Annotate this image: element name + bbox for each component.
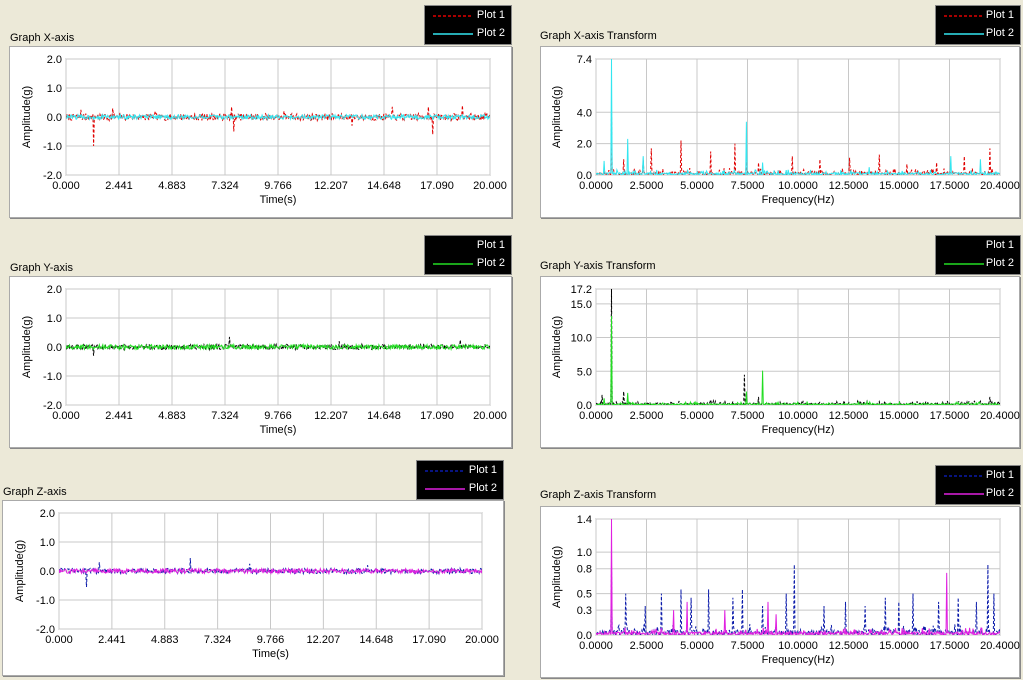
x-tick-label: 10.0000 xyxy=(778,640,818,652)
y-tick-label: 0.8 xyxy=(577,564,592,576)
x-tick-label: 5.0000 xyxy=(680,640,714,652)
x-tick-label: 15.0000 xyxy=(879,640,919,652)
x-tick-label: 7.5000 xyxy=(731,640,765,652)
y-tick-label: 0.3 xyxy=(577,605,592,617)
y-tick-label: 0.5 xyxy=(577,589,592,601)
x-tick-label: 17.5000 xyxy=(930,640,970,652)
y-tick-label: 0.0 xyxy=(577,630,592,642)
y-axis-label: Amplitude(g) xyxy=(551,546,563,608)
x-axis-label: Frequency(Hz) xyxy=(762,654,835,666)
x-tick-label: 2.5000 xyxy=(630,640,664,652)
x-tick-label: 20.4000 xyxy=(980,640,1020,652)
plot-svg[interactable]: 0.0000 2.5000 5.0000 7.5000 10.0000 12.5000 15… xyxy=(0,0,1023,680)
y-tick-label: 1.0 xyxy=(577,547,592,559)
y-tick-label: 1.4 xyxy=(577,514,592,526)
x-tick-label: 12.5000 xyxy=(829,640,869,652)
